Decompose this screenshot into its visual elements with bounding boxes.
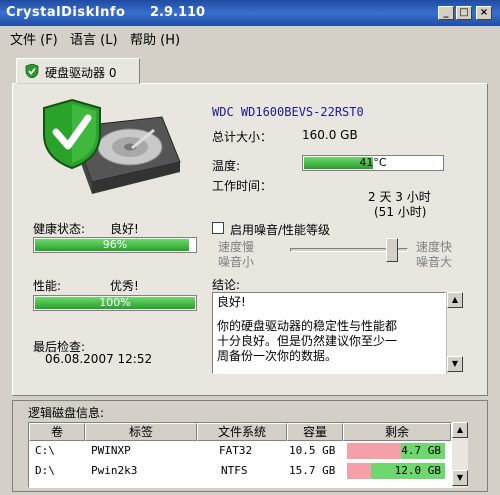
temperature-bar: 41°C [302, 155, 444, 171]
column-header-label[interactable]: 标签 [85, 423, 197, 441]
row-capacity: 10.5 GB [289, 444, 336, 457]
tab-label: 硬盘驱动器 0 [45, 66, 117, 80]
scroll-up-icon[interactable]: ▲ [447, 292, 463, 308]
row-free: 4.7 GB [401, 444, 441, 457]
conclusion-line2: 你的硬盘驱动器的稳定性与性能都 [217, 319, 398, 333]
maximize-button[interactable]: □ [456, 6, 472, 20]
health-percent: 96% [102, 238, 128, 251]
scroll-down-icon[interactable]: ▼ [452, 470, 468, 486]
total-size-label: 总计大小： [212, 130, 273, 144]
conclusion-line1: 良好! [217, 295, 246, 309]
menu-bar: 文件 (F) 语言 (L) 帮助 (H) [0, 26, 500, 48]
scroll-up-icon[interactable]: ▲ [452, 422, 468, 438]
row-volume: C:\ [35, 444, 55, 457]
slider-slow-line1: 速度慢 [218, 240, 255, 254]
last-check-value: 06.08.2007 12:52 [45, 352, 153, 366]
uptime-label: 工作时间： [212, 179, 273, 193]
logical-disk-table: 卷 标签 文件系统 容量 剩余 C:\ PWINXP FAT32 10.5 GB… [28, 422, 452, 488]
total-size-value: 160.0 GB [302, 128, 358, 142]
tab-disk-0[interactable]: 硬盘驱动器 0 [16, 58, 140, 84]
minimize-button[interactable]: _ [438, 6, 454, 20]
health-status: 良好! [110, 222, 139, 236]
slider-fast-line1: 速度快 [416, 240, 453, 254]
disk-model: WDC WD1600BEVS-22RST0 [212, 105, 364, 119]
title-bar: CrystalDiskInfo 2.9.110 _ □ × [0, 0, 500, 26]
column-header-capacity[interactable]: 容量 [287, 423, 343, 441]
window-title: CrystalDiskInfo [6, 5, 126, 20]
row-free: 12.0 GB [394, 464, 441, 477]
row-volume: D:\ [35, 464, 55, 477]
slider-slow-label: 速度慢 噪音小 [218, 240, 254, 270]
hard-drive-icon [43, 98, 181, 194]
menu-language[interactable]: 语言 (L) [70, 29, 118, 48]
temperature-value: 41°C [359, 156, 387, 169]
menu-file[interactable]: 文件 (F) [10, 29, 58, 48]
table-scrollbar[interactable]: ▲ ▼ [452, 422, 468, 488]
row-capacity: 15.7 GB [289, 464, 336, 477]
version-label: 2.9.110 [150, 5, 206, 20]
temperature-label: 温度: [212, 159, 241, 173]
conclusion-label: 结论: [212, 278, 241, 292]
shield-check-icon [25, 64, 39, 78]
scroll-down-icon[interactable]: ▼ [447, 356, 463, 372]
conclusion-scrollbar[interactable]: ▲ ▼ [446, 292, 463, 374]
performance-status: 优秀! [110, 279, 139, 293]
noise-slider-thumb[interactable] [386, 238, 398, 262]
conclusion-line3: 十分良好。但是仍然建议你至少一 [217, 334, 398, 348]
free-space-bar: 4.7 GB [347, 443, 445, 459]
close-button[interactable]: × [476, 6, 492, 20]
menu-help[interactable]: 帮助 (H) [130, 29, 180, 48]
row-filesystem: NTFS [221, 464, 248, 477]
slider-fast-line2: 噪音大 [416, 255, 453, 269]
logical-disk-title: 逻辑磁盘信息: [26, 404, 107, 421]
slider-slow-line2: 噪音小 [218, 255, 255, 269]
column-header-free[interactable]: 剩余 [343, 423, 451, 441]
performance-percent: 100% [99, 296, 131, 309]
conclusion-textbox[interactable]: 良好! 你的硬盘驱动器的稳定性与性能都 十分良好。但是仍然建议你至少一 周备份一… [212, 292, 446, 374]
slider-fast-label: 速度快 噪音大 [416, 240, 452, 270]
uptime-hours: (51 小时) [374, 205, 427, 219]
health-label: 健康状态: [33, 222, 86, 236]
performance-label: 性能: [33, 279, 62, 293]
row-label: PWINXP [91, 444, 131, 457]
health-bar: 96% [33, 237, 197, 253]
free-space-bar: 12.0 GB [347, 463, 445, 479]
column-header-volume[interactable]: 卷 [29, 423, 85, 441]
noise-level-checkbox[interactable] [212, 222, 224, 234]
row-label: Pwin2k3 [91, 464, 138, 477]
column-header-filesystem[interactable]: 文件系统 [197, 423, 287, 441]
performance-bar: 100% [33, 295, 197, 311]
row-filesystem: FAT32 [219, 444, 253, 457]
noise-level-label: 启用噪音/性能等级 [230, 223, 331, 237]
conclusion-line4: 周备份一次你的数据。 [217, 349, 338, 363]
